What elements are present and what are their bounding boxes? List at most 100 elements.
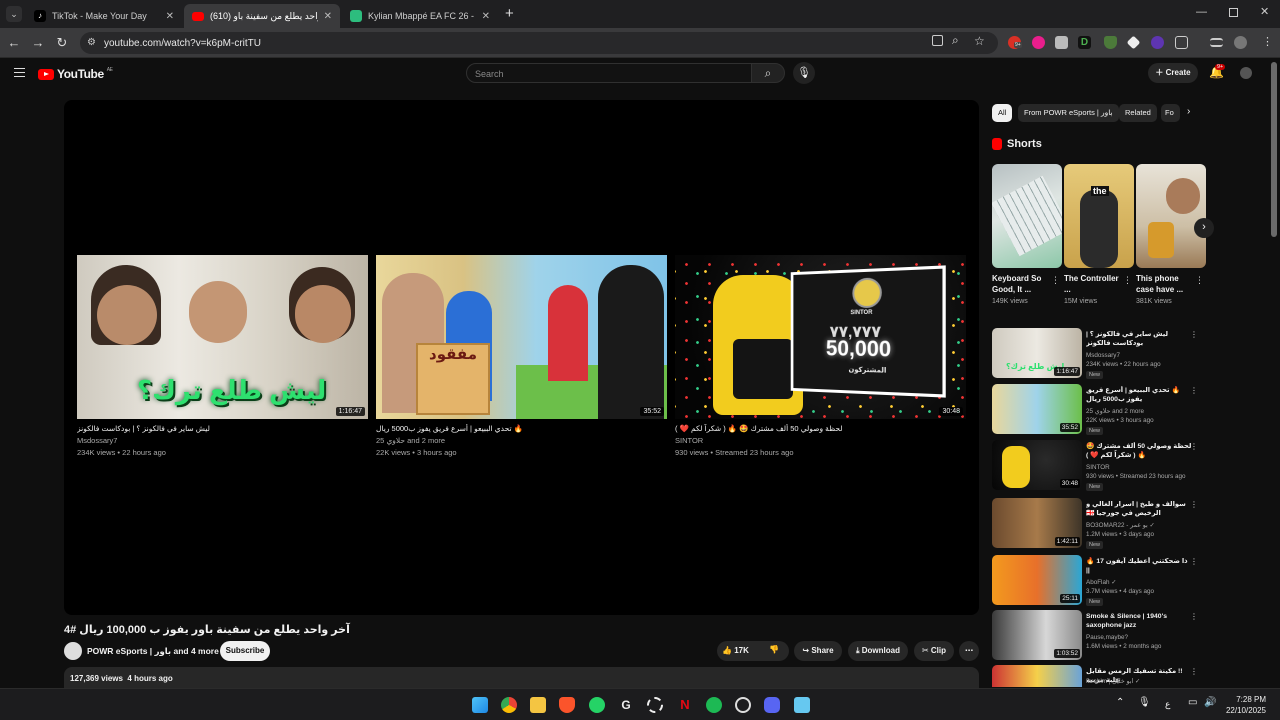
more-options-icon[interactable]: ⋮: [1190, 667, 1198, 676]
channel-name: SINTOR: [1086, 464, 1110, 471]
subscribe-button[interactable]: Subscribe: [220, 641, 270, 661]
tab-list-chevron-icon[interactable]: ⌄: [6, 6, 22, 22]
chrome-icon[interactable]: [501, 697, 517, 713]
extension-shield-icon[interactable]: [1104, 36, 1117, 49]
discord-icon[interactable]: [764, 697, 780, 713]
tiktok-icon: ♪: [34, 10, 46, 22]
search-input[interactable]: Search: [466, 63, 752, 83]
endscreen-video-card[interactable]: ليش طلع ترك؟ 1:16:47 ليش ساير في فالكونز…: [77, 255, 368, 457]
profile-avatar[interactable]: [1234, 36, 1247, 49]
youtube-icon: [192, 11, 204, 21]
more-options-icon[interactable]: ⋮: [1190, 386, 1198, 395]
netflix-icon[interactable]: N: [677, 697, 693, 713]
channel-name[interactable]: POWR eSports | باور and 4 more: [87, 646, 219, 657]
windows-start-icon[interactable]: [472, 697, 488, 713]
chip-all[interactable]: All: [992, 104, 1013, 122]
recommended-video[interactable]: ليش طلع ترك؟ 1:16:47 ليش ساير في فالكونز…: [992, 328, 1202, 379]
close-window-icon[interactable]: ✕: [1260, 5, 1269, 18]
more-options-icon[interactable]: ⋮: [1123, 275, 1132, 286]
youtube-logo[interactable]: YouTube AE: [38, 67, 113, 81]
more-options-icon[interactable]: ⋮: [1190, 612, 1198, 621]
chevron-right-icon[interactable]: ›: [1187, 106, 1190, 117]
hamburger-menu-icon[interactable]: [14, 68, 25, 77]
search-icon[interactable]: ⌕: [751, 63, 785, 83]
file-explorer-icon[interactable]: [530, 697, 546, 713]
network-icon[interactable]: ▭: [1188, 697, 1197, 708]
recommended-video[interactable]: 35:52 🔥 تحدي الببيعو | أسرع فريق يفوز ب5…: [992, 384, 1202, 435]
tab-futbin[interactable]: Kylian Mbappé EA FC 26 - 91 - ✕: [342, 4, 498, 28]
bookmark-star-icon[interactable]: ☆: [974, 34, 985, 48]
forward-arrow-icon[interactable]: →: [30, 35, 46, 51]
clock[interactable]: 7:28 PM 22/10/2025: [1226, 694, 1266, 716]
tab-youtube[interactable]: (610) آخر واحد يطلع من سفينة باو ✕: [184, 4, 340, 28]
extension-eye-icon[interactable]: [1151, 36, 1164, 49]
brave-icon[interactable]: [559, 697, 575, 713]
tab-tiktok[interactable]: ♪ TikTok - Make Your Day ✕: [26, 4, 182, 28]
microphone-icon[interactable]: 🎙: [793, 62, 815, 84]
extension-pink-icon[interactable]: [1032, 36, 1045, 49]
thumbs-up-icon: 👍: [722, 646, 735, 655]
minimize-icon[interactable]: —: [1196, 6, 1207, 18]
account-avatar[interactable]: [1240, 67, 1252, 79]
recommended-video[interactable]: 1:42:11 سوالف و طبخ | اسرار الغالي و الر…: [992, 498, 1202, 549]
extension-diamond-icon[interactable]: [1126, 35, 1141, 50]
whatsapp-icon[interactable]: [589, 697, 605, 713]
create-button[interactable]: ＋ Create: [1148, 63, 1198, 83]
back-arrow-icon[interactable]: ←: [6, 35, 22, 51]
chip-more[interactable]: Fo: [1161, 104, 1180, 122]
extension-d-icon[interactable]: D: [1078, 36, 1091, 49]
more-actions-button[interactable]: ⋯: [959, 641, 979, 661]
volume-icon[interactable]: 🔊: [1204, 697, 1216, 708]
site-info-icon[interactable]: ⚙: [87, 37, 96, 48]
more-options-icon[interactable]: ⋮: [1051, 275, 1060, 286]
recommended-video[interactable]: !! مكينة تسفيك الرمس مقابل علبة مربية Ib…: [992, 665, 1202, 687]
app-clock-icon[interactable]: [735, 697, 751, 713]
browser-menu-icon[interactable]: ⋮: [1262, 35, 1273, 48]
zoom-icon[interactable]: ⌕: [952, 33, 959, 48]
channel-avatar[interactable]: [64, 642, 82, 660]
more-options-icon[interactable]: ⋮: [1190, 330, 1198, 339]
recommended-video[interactable]: 1:03:52 Smoke & Silence | 1940's saxopho…: [992, 610, 1202, 660]
new-tab-button[interactable]: +: [505, 5, 514, 22]
app-ring-icon[interactable]: [647, 697, 663, 713]
download-button[interactable]: ⤓ Download: [848, 641, 908, 661]
recommended-video[interactable]: 30:48 لحظة وصولي 50 ألف مشترك 🤩 🔥 ( شكرا…: [992, 440, 1202, 491]
shorts-next-button[interactable]: ›: [1194, 218, 1214, 238]
recommended-video[interactable]: 25:11 ذا ضحكتني أعطيك آيفون 17 🔥 || AboF…: [992, 555, 1202, 606]
reload-icon[interactable]: ↻: [54, 35, 70, 51]
maximize-icon[interactable]: [1229, 8, 1238, 17]
notepad-icon[interactable]: [794, 697, 810, 713]
duration-badge: 1:42:11: [1054, 537, 1080, 546]
endscreen-video-card[interactable]: SINTOR ٧٧,٧٧٧ 50,000 المشتركون 30:48 لحظ…: [675, 255, 966, 457]
close-tab-icon[interactable]: ✕: [166, 11, 174, 22]
video-player[interactable]: ليش طلع ترك؟ 1:16:47 ليش ساير في فالكونز…: [64, 100, 979, 615]
keyboard-language[interactable]: ع: [1165, 699, 1170, 710]
close-tab-icon[interactable]: ✕: [324, 11, 332, 22]
extension-grid-icon[interactable]: [1055, 36, 1068, 49]
tray-chevron-icon[interactable]: ⌃: [1116, 697, 1124, 708]
short-card[interactable]: Keyboard So Good, It ... 149K views ⋮: [992, 164, 1062, 305]
app-g-icon[interactable]: G: [618, 697, 634, 713]
cast-icon[interactable]: [932, 35, 943, 46]
dislike-button[interactable]: 👎: [769, 645, 779, 654]
short-card[interactable]: the The Controller ... 15M views ⋮: [1064, 164, 1134, 305]
more-options-icon[interactable]: ⋮: [1190, 442, 1198, 451]
extensions-puzzle-icon[interactable]: [1175, 36, 1188, 49]
more-options-icon[interactable]: ⋮: [1190, 500, 1198, 509]
media-control-icon[interactable]: [1210, 38, 1223, 47]
more-options-icon[interactable]: ⋮: [1195, 275, 1204, 286]
address-bar[interactable]: ⚙ youtube.com/watch?v=k6pM-critTU ⌕ ☆: [80, 32, 998, 54]
like-button[interactable]: 👍 17K: [722, 646, 749, 655]
microphone-tray-icon[interactable]: 🎙: [1138, 697, 1151, 708]
endscreen-video-card[interactable]: مفقود 35:52 🔥 تحدي الببيعو | أسرع فريق ي…: [376, 255, 667, 457]
tab-title: (610) آخر واحد يطلع من سفينة باو: [210, 10, 318, 21]
channel-name: SINTOR: [675, 436, 704, 445]
more-options-icon[interactable]: ⋮: [1190, 557, 1198, 566]
close-tab-icon[interactable]: ✕: [482, 11, 490, 22]
spotify-icon[interactable]: [706, 697, 722, 713]
chip-related[interactable]: Related: [1119, 104, 1157, 122]
share-button[interactable]: ↪ Share: [794, 641, 842, 661]
clip-button[interactable]: ✂ Clip: [914, 641, 954, 661]
chip-from-channel[interactable]: From POWR eSports | باور: [1018, 104, 1119, 122]
page-scrollbar[interactable]: [1271, 62, 1277, 237]
